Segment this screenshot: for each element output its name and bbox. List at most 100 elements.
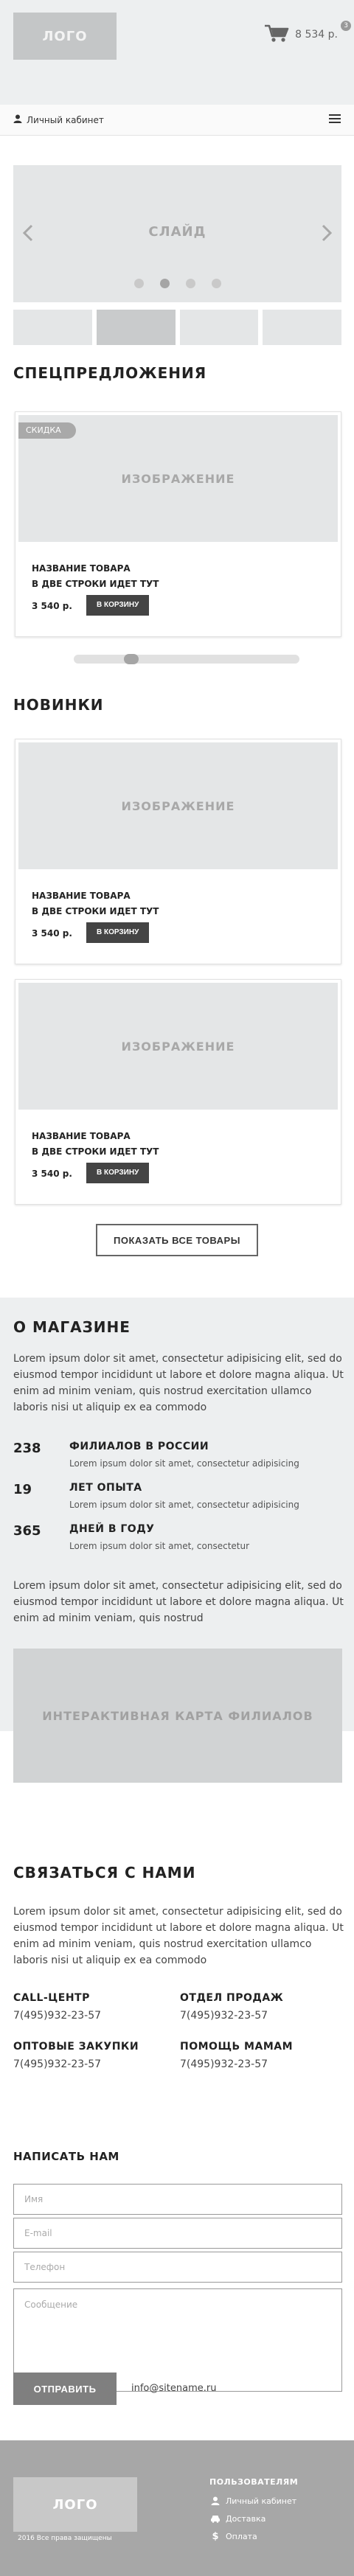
- product-card[interactable]: ИЗОБРАЖЕНИЕ НАЗВАНИЕ ТОВАРА В ДВЕ СТРОКИ…: [15, 739, 341, 964]
- logo[interactable]: ЛОГО: [13, 13, 117, 60]
- contact-phone[interactable]: 7(495)932-23-57: [13, 2010, 161, 2022]
- contact-phone[interactable]: 7(495)932-23-57: [180, 2010, 327, 2022]
- about-title: О МАГАЗИНЕ: [13, 1318, 131, 1336]
- stat-number: 19: [13, 1482, 32, 1497]
- stat-title: ФИЛИАЛОВ В РОССИИ: [69, 1441, 209, 1452]
- user-icon: [13, 114, 22, 125]
- footer-link-payment[interactable]: $ Оплата: [209, 2530, 296, 2542]
- name-field[interactable]: [13, 2184, 342, 2215]
- stat-title: ЛЕТ ОПЫТА: [69, 1482, 142, 1494]
- product-name-line1: НАЗВАНИЕ ТОВАРА: [32, 563, 131, 574]
- footer-links: Личный кабинет Доставка $ Оплата: [209, 2495, 296, 2548]
- slider-thumbnail[interactable]: [179, 310, 259, 345]
- contact-group-title: ПОМОЩЬ МАМАМ: [180, 2041, 294, 2053]
- contact-group: ОПТОВЫЕ ЗАКУПКИ 7(495)932-23-57: [13, 2041, 161, 2070]
- show-all-products-button[interactable]: ПОКАЗАТЬ ВСЕ ТОВАРЫ: [96, 1224, 258, 1256]
- logo-text: ЛОГО: [42, 28, 88, 44]
- slider-dots: [13, 279, 341, 288]
- slide-label: СЛАЙД: [148, 224, 206, 240]
- scrollbar-thumb[interactable]: [124, 654, 139, 664]
- email-field[interactable]: [13, 2218, 342, 2249]
- hero-slider: СЛАЙД: [13, 165, 341, 302]
- slider-dot[interactable]: [133, 279, 144, 288]
- product-image-label: ИЗОБРАЖЕНИЕ: [121, 471, 235, 486]
- footer-users-title: ПОЛЬЗОВАТЕЛЯМ: [209, 2477, 299, 2487]
- product-name-line2: В ДВЕ СТРОКИ ИДЕТ ТУТ: [32, 579, 159, 589]
- add-to-cart-button[interactable]: В КОРЗИНУ: [86, 595, 150, 616]
- new-products-title: НОВИНКИ: [13, 696, 104, 714]
- product-card[interactable]: ИЗОБРАЖЕНИЕ СКИДКА НАЗВАНИЕ ТОВАРА В ДВЕ…: [15, 411, 341, 637]
- footer-logo[interactable]: ЛОГО: [13, 2477, 137, 2532]
- add-to-cart-button[interactable]: В КОРЗИНУ: [86, 1163, 150, 1183]
- top-nav: Личный кабинет: [0, 105, 354, 136]
- product-name-line2: В ДВЕ СТРОКИ ИДЕТ ТУТ: [32, 1146, 159, 1157]
- product-name[interactable]: НАЗВАНИЕ ТОВАРА В ДВЕ СТРОКИ ИДЕТ ТУТ: [32, 1129, 159, 1160]
- slider-thumbnails: [13, 310, 341, 345]
- about-section: О МАГАЗИНЕ Lorem ipsum dolor sit amet, c…: [0, 1298, 354, 1783]
- dollar-icon: $: [212, 2530, 219, 2542]
- stat-title: ДНЕЙ В ГОДУ: [69, 1523, 155, 1535]
- stat-number: 238: [13, 1441, 41, 1456]
- product-name-line1: НАЗВАНИЕ ТОВАРА: [32, 891, 131, 901]
- menu-icon[interactable]: [329, 113, 341, 127]
- footer-logo-text: ЛОГО: [52, 2496, 98, 2513]
- contact-group-title: CALL-ЦЕНТР: [13, 1992, 90, 2004]
- product-card[interactable]: ИЗОБРАЖЕНИЕ НАЗВАНИЕ ТОВАРА В ДВЕ СТРОКИ…: [15, 979, 341, 1205]
- specials-title: СПЕЦПРЕДЛОЖЕНИЯ: [13, 364, 207, 382]
- product-image-label: ИЗОБРАЖЕНИЕ: [121, 798, 235, 813]
- contacts-title: СВЯЗАТЬСЯ С НАМИ: [13, 1864, 196, 1881]
- stat-description: Lorem ipsum dolor sit amet, consectetur …: [69, 1500, 299, 1510]
- cart-count-badge: 3: [341, 21, 352, 31]
- add-to-cart-button[interactable]: В КОРЗИНУ: [86, 922, 150, 943]
- product-name-line2: В ДВЕ СТРОКИ ИДЕТ ТУТ: [32, 906, 159, 916]
- stat-description: Lorem ipsum dolor sit amet, consectetur …: [69, 1458, 299, 1469]
- write-us-title: НАПИСАТЬ НАМ: [13, 2150, 119, 2163]
- cart-icon: [264, 24, 289, 46]
- contact-group: ОТДЕЛ ПРОДАЖ 7(495)932-23-57: [180, 1992, 327, 2022]
- stat-description: Lorem ipsum dolor sit amet, consectetur: [69, 1541, 250, 1551]
- contact-group-title: ОПТОВЫЕ ЗАКУПКИ: [13, 2041, 139, 2053]
- cart-sum: 8 534 р.: [295, 29, 338, 41]
- footer-link-delivery[interactable]: Доставка: [209, 2513, 296, 2524]
- slider-dot[interactable]: [185, 279, 195, 288]
- footer-link-label: Оплата: [226, 2531, 257, 2541]
- product-image[interactable]: ИЗОБРАЖЕНИЕ: [18, 742, 338, 869]
- user-icon: [209, 2496, 221, 2505]
- contact-group-title: ОТДЕЛ ПРОДАЖ: [180, 1992, 284, 2004]
- contacts-text: Lorem ipsum dolor sit amet, consectetur …: [13, 1906, 344, 1966]
- car-icon: [209, 2514, 221, 2523]
- footer-link-label: Доставка: [226, 2513, 266, 2524]
- product-name[interactable]: НАЗВАНИЕ ТОВАРА В ДВЕ СТРОКИ ИДЕТ ТУТ: [32, 561, 159, 592]
- stat-number: 365: [13, 1523, 41, 1539]
- slider-thumbnail[interactable]: [263, 310, 341, 345]
- cart[interactable]: 8 534 р. 3: [264, 21, 352, 46]
- contact-group: CALL-ЦЕНТР 7(495)932-23-57: [13, 1992, 161, 2022]
- product-name[interactable]: НАЗВАНИЕ ТОВАРА В ДВЕ СТРОКИ ИДЕТ ТУТ: [32, 888, 159, 919]
- submit-button[interactable]: ОТПРАВИТЬ: [13, 2373, 117, 2405]
- phone-field[interactable]: [13, 2252, 342, 2283]
- branches-map[interactable]: ИНТЕРАКТИВНАЯ КАРТА ФИЛИАЛОВ: [13, 1649, 342, 1783]
- product-image-label: ИЗОБРАЖЕНИЕ: [121, 1039, 235, 1054]
- chevron-right-icon[interactable]: [321, 224, 333, 244]
- product-image[interactable]: ИЗОБРАЖЕНИЕ: [18, 983, 338, 1110]
- discount-badge: СКИДКА: [18, 422, 76, 439]
- slider-thumbnail-active[interactable]: [96, 310, 176, 345]
- contact-group: ПОМОЩЬ МАМАМ 7(495)932-23-57: [180, 2041, 327, 2070]
- product-price: 3 540 р.: [32, 1169, 72, 1179]
- footer-link-label: Личный кабинет: [226, 2496, 297, 2506]
- account-link[interactable]: Личный кабинет: [13, 114, 104, 125]
- copyright: 2016 Все права защищены: [18, 2535, 112, 2542]
- carousel-scrollbar[interactable]: [74, 654, 299, 664]
- about-text: Lorem ipsum dolor sit amet, consectetur …: [13, 1353, 344, 1413]
- slider-dot-active[interactable]: [159, 279, 170, 288]
- account-label: Личный кабинет: [27, 114, 104, 125]
- footer-link-account[interactable]: Личный кабинет: [209, 2495, 296, 2507]
- contact-phone[interactable]: 7(495)932-23-57: [180, 2058, 327, 2070]
- about-text-2: Lorem ipsum dolor sit amet, consectetur …: [13, 1580, 344, 1624]
- product-price: 3 540 р.: [32, 928, 72, 939]
- slider-thumbnail[interactable]: [13, 310, 92, 345]
- contact-phone[interactable]: 7(495)932-23-57: [13, 2058, 161, 2070]
- site-footer: ЛОГО 2016 Все права защищены ПОЛЬЗОВАТЕЛ…: [0, 2440, 354, 2576]
- slider-dot[interactable]: [211, 279, 221, 288]
- contact-email-link[interactable]: info@sitename.ru: [131, 2383, 216, 2394]
